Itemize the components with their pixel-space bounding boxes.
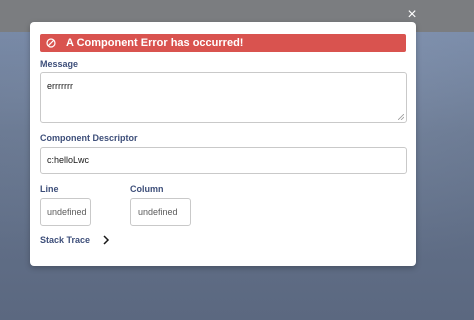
message-value: errrrrrr — [47, 81, 73, 91]
descriptor-field[interactable]: c:helloLwc — [40, 147, 407, 174]
error-title: A Component Error has occurred! — [66, 37, 244, 49]
line-value: undefined — [47, 207, 87, 217]
line-field[interactable]: undefined — [40, 198, 91, 226]
column-label: Column — [130, 184, 164, 194]
line-label: Line — [40, 184, 59, 194]
resize-grip-icon[interactable] — [398, 114, 404, 120]
column-field[interactable]: undefined — [130, 198, 191, 226]
error-banner: A Component Error has occurred! — [40, 34, 406, 52]
chevron-right-icon[interactable] — [102, 235, 110, 245]
descriptor-value: c:helloLwc — [47, 155, 90, 165]
descriptor-label: Component Descriptor — [40, 133, 138, 143]
message-label: Message — [40, 59, 79, 69]
error-modal: A Component Error has occurred! Message … — [30, 22, 416, 266]
ban-icon — [46, 38, 56, 48]
column-value: undefined — [138, 207, 178, 217]
message-textarea[interactable]: errrrrrr — [40, 72, 407, 123]
stack-trace-toggle[interactable]: Stack Trace — [40, 235, 110, 245]
stack-trace-label: Stack Trace — [40, 235, 91, 245]
